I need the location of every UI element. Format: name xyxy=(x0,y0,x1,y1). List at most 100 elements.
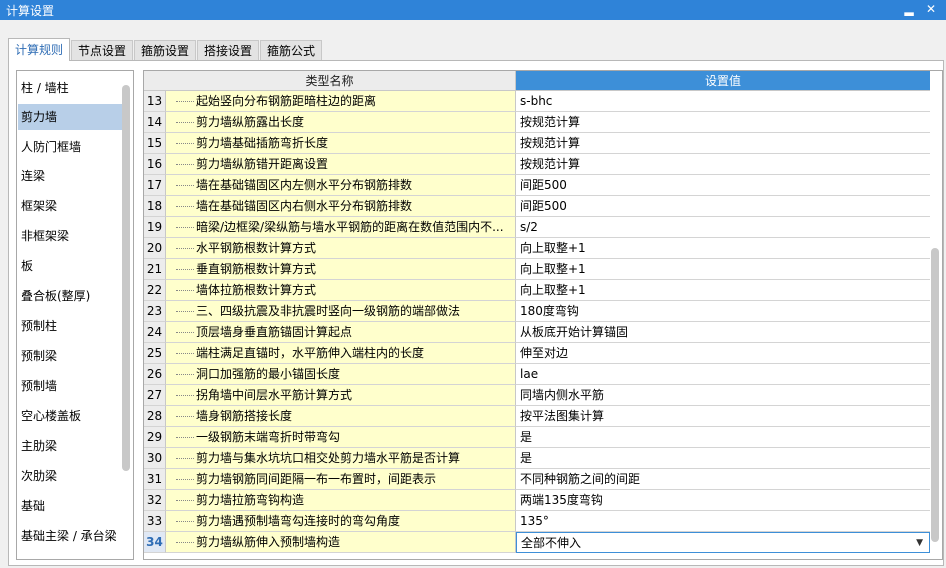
sidebar-item-precast-column[interactable]: 预制柱 xyxy=(18,313,122,339)
sidebar-item-hollow-floor-slab[interactable]: 空心楼盖板 xyxy=(18,403,122,429)
minimize-button[interactable]: ▂ xyxy=(902,2,916,16)
tab-stirrup-formula[interactable]: 箍筋公式 xyxy=(260,40,323,60)
setting-name-text: 墙身钢筋搭接长度 xyxy=(196,409,293,423)
setting-name-text: 水平钢筋根数计算方式 xyxy=(196,241,317,255)
sidebar-item-non-frame-beam[interactable]: 非框架梁 xyxy=(18,223,122,249)
close-button[interactable]: ✕ xyxy=(924,2,938,16)
settings-grid: 类型名称 设置值 13 起始竖向分布钢筋距暗柱边的距离 s-bhc 14 剪力墙… xyxy=(143,70,943,560)
setting-value[interactable]: 是 xyxy=(516,427,930,448)
sidebar-item-frame-beam[interactable]: 框架梁 xyxy=(18,193,122,219)
sidebar-item-column[interactable]: 柱 / 墙柱 xyxy=(18,75,122,101)
setting-name-text: 拐角墙中间层水平筋计算方式 xyxy=(196,388,353,402)
window-title: 计算设置 xyxy=(6,4,55,18)
setting-name: 剪力墙与集水坑坑口相交处剪力墙水平筋是否计算 xyxy=(166,448,516,469)
setting-name: 剪力墙基础插筋弯折长度 xyxy=(166,133,516,154)
sidebar-item-secondary-rib-beam[interactable]: 次肋梁 xyxy=(18,463,122,489)
setting-name-text: 顶层墙身垂直筋锚固计算起点 xyxy=(196,325,353,339)
setting-value[interactable]: 两端135度弯钩 xyxy=(516,490,930,511)
setting-value[interactable]: 同墙内侧水平筋 xyxy=(516,385,930,406)
setting-value[interactable]: 按规范计算 xyxy=(516,154,930,175)
row-number: 16 xyxy=(144,154,166,175)
sidebar-item-civil-defense-door-wall[interactable]: 人防门框墙 xyxy=(18,134,122,160)
title-bar: 计算设置 ▂ ✕ xyxy=(0,0,946,20)
setting-value[interactable]: 180度弯钩 xyxy=(516,301,930,322)
setting-value[interactable]: 向上取整+1 xyxy=(516,280,930,301)
setting-value[interactable]: 向上取整+1 xyxy=(516,238,930,259)
sidebar-item-foundation[interactable]: 基础 xyxy=(18,493,122,519)
row-number: 19 xyxy=(144,217,166,238)
setting-name-text: 剪力墙基础插筋弯折长度 xyxy=(196,136,329,150)
sidebar-item-precast-wall[interactable]: 预制墙 xyxy=(18,373,122,399)
setting-value[interactable]: 向上取整+1 xyxy=(516,259,930,280)
row-number: 29 xyxy=(144,427,166,448)
sidebar-item-shear-wall[interactable]: 剪力墙 xyxy=(18,104,122,130)
tab-node-settings[interactable]: 节点设置 xyxy=(71,40,134,60)
column-header-name[interactable]: 类型名称 xyxy=(144,71,516,91)
dropdown-selected-value: 全部不伸入 xyxy=(521,536,582,550)
row-number: 32 xyxy=(144,490,166,511)
setting-value[interactable]: 间距500 xyxy=(516,175,930,196)
setting-name: 暗梁/边框梁/梁纵筋与墙水平钢筋的距离在数值范围内不... xyxy=(166,217,516,238)
sidebar-item-composite-slab[interactable]: 叠合板(整厚) xyxy=(18,283,122,309)
setting-name: 端柱满足直锚时，水平筋伸入端柱内的长度 xyxy=(166,343,516,364)
setting-value[interactable]: 从板底开始计算锚固 xyxy=(516,322,930,343)
setting-name: 剪力墙拉筋弯钩构造 xyxy=(166,490,516,511)
setting-value[interactable]: 不同种钢筋之间的间距 xyxy=(516,469,930,490)
setting-name-text: 剪力墙遇预制墙弯勾连接时的弯勾角度 xyxy=(196,514,401,528)
setting-name: 拐角墙中间层水平筋计算方式 xyxy=(166,385,516,406)
setting-name-text: 剪力墙钢筋同间距隔一布一布置时，间距表示 xyxy=(196,472,437,486)
row-number: 21 xyxy=(144,259,166,280)
setting-name-text: 墙体拉筋根数计算方式 xyxy=(196,283,317,297)
component-list: 柱 / 墙柱 剪力墙 人防门框墙 连梁 框架梁 非框架梁 板 叠合板(整厚) 预… xyxy=(16,70,134,560)
row-number-selected: 34 xyxy=(144,532,166,553)
tab-lap-settings[interactable]: 搭接设置 xyxy=(197,40,260,60)
tab-calc-rules[interactable]: 计算规则 xyxy=(8,38,71,61)
setting-name: 剪力墙纵筋错开距离设置 xyxy=(166,154,516,175)
setting-value-dropdown[interactable]: 全部不伸入 ▼ xyxy=(516,532,930,553)
setting-name-text: 端柱满足直锚时，水平筋伸入端柱内的长度 xyxy=(196,346,425,360)
setting-name-text: 剪力墙纵筋错开距离设置 xyxy=(196,157,329,171)
row-number: 15 xyxy=(144,133,166,154)
setting-name-text: 剪力墙拉筋弯钩构造 xyxy=(196,493,305,507)
setting-value[interactable]: 按规范计算 xyxy=(516,112,930,133)
setting-value[interactable]: lae xyxy=(516,364,930,385)
row-number: 31 xyxy=(144,469,166,490)
dropdown-arrow-icon[interactable]: ▼ xyxy=(916,533,923,552)
setting-value[interactable]: s-bhc xyxy=(516,91,930,112)
setting-value[interactable]: 间距500 xyxy=(516,196,930,217)
sidebar-item-foundation-main-beam[interactable]: 基础主梁 / 承台梁 xyxy=(18,523,122,549)
setting-name: 一级钢筋末端弯折时带弯勾 xyxy=(166,427,516,448)
setting-name: 剪力墙纵筋伸入预制墙构造 xyxy=(166,532,516,553)
sidebar-item-main-rib-beam[interactable]: 主肋梁 xyxy=(18,433,122,459)
setting-name-text: 起始竖向分布钢筋距暗柱边的距离 xyxy=(196,94,377,108)
sidebar-item-precast-beam[interactable]: 预制梁 xyxy=(18,343,122,369)
setting-name: 剪力墙钢筋同间距隔一布一布置时，间距表示 xyxy=(166,469,516,490)
setting-name: 墙体拉筋根数计算方式 xyxy=(166,280,516,301)
grid-scrollbar[interactable] xyxy=(931,248,939,542)
setting-name: 剪力墙遇预制墙弯勾连接时的弯勾角度 xyxy=(166,511,516,532)
tab-stirrup-settings[interactable]: 箍筋设置 xyxy=(134,40,197,60)
row-number: 17 xyxy=(144,175,166,196)
setting-name-text: 一级钢筋末端弯折时带弯勾 xyxy=(196,430,341,444)
setting-value[interactable]: s/2 xyxy=(516,217,930,238)
setting-name-text: 墙在基础锚固区内右侧水平分布钢筋排数 xyxy=(196,199,413,213)
setting-value[interactable]: 按规范计算 xyxy=(516,133,930,154)
sidebar-item-coupling-beam[interactable]: 连梁 xyxy=(18,163,122,189)
sidebar-item-slab[interactable]: 板 xyxy=(18,253,122,279)
row-number: 25 xyxy=(144,343,166,364)
setting-name: 墙身钢筋搭接长度 xyxy=(166,406,516,427)
setting-name-text: 剪力墙与集水坑坑口相交处剪力墙水平筋是否计算 xyxy=(196,451,461,465)
setting-value[interactable]: 伸至对边 xyxy=(516,343,930,364)
setting-name: 墙在基础锚固区内左侧水平分布钢筋排数 xyxy=(166,175,516,196)
row-number: 28 xyxy=(144,406,166,427)
setting-value[interactable]: 是 xyxy=(516,448,930,469)
sidebar-scrollbar[interactable] xyxy=(122,85,130,471)
row-number: 30 xyxy=(144,448,166,469)
setting-name: 墙在基础锚固区内右侧水平分布钢筋排数 xyxy=(166,196,516,217)
row-number: 14 xyxy=(144,112,166,133)
setting-value[interactable]: 135° xyxy=(516,511,930,532)
setting-name-text: 洞口加强筋的最小锚固长度 xyxy=(196,367,341,381)
column-header-value[interactable]: 设置值 xyxy=(516,71,930,91)
setting-value[interactable]: 按平法图集计算 xyxy=(516,406,930,427)
row-number: 26 xyxy=(144,364,166,385)
